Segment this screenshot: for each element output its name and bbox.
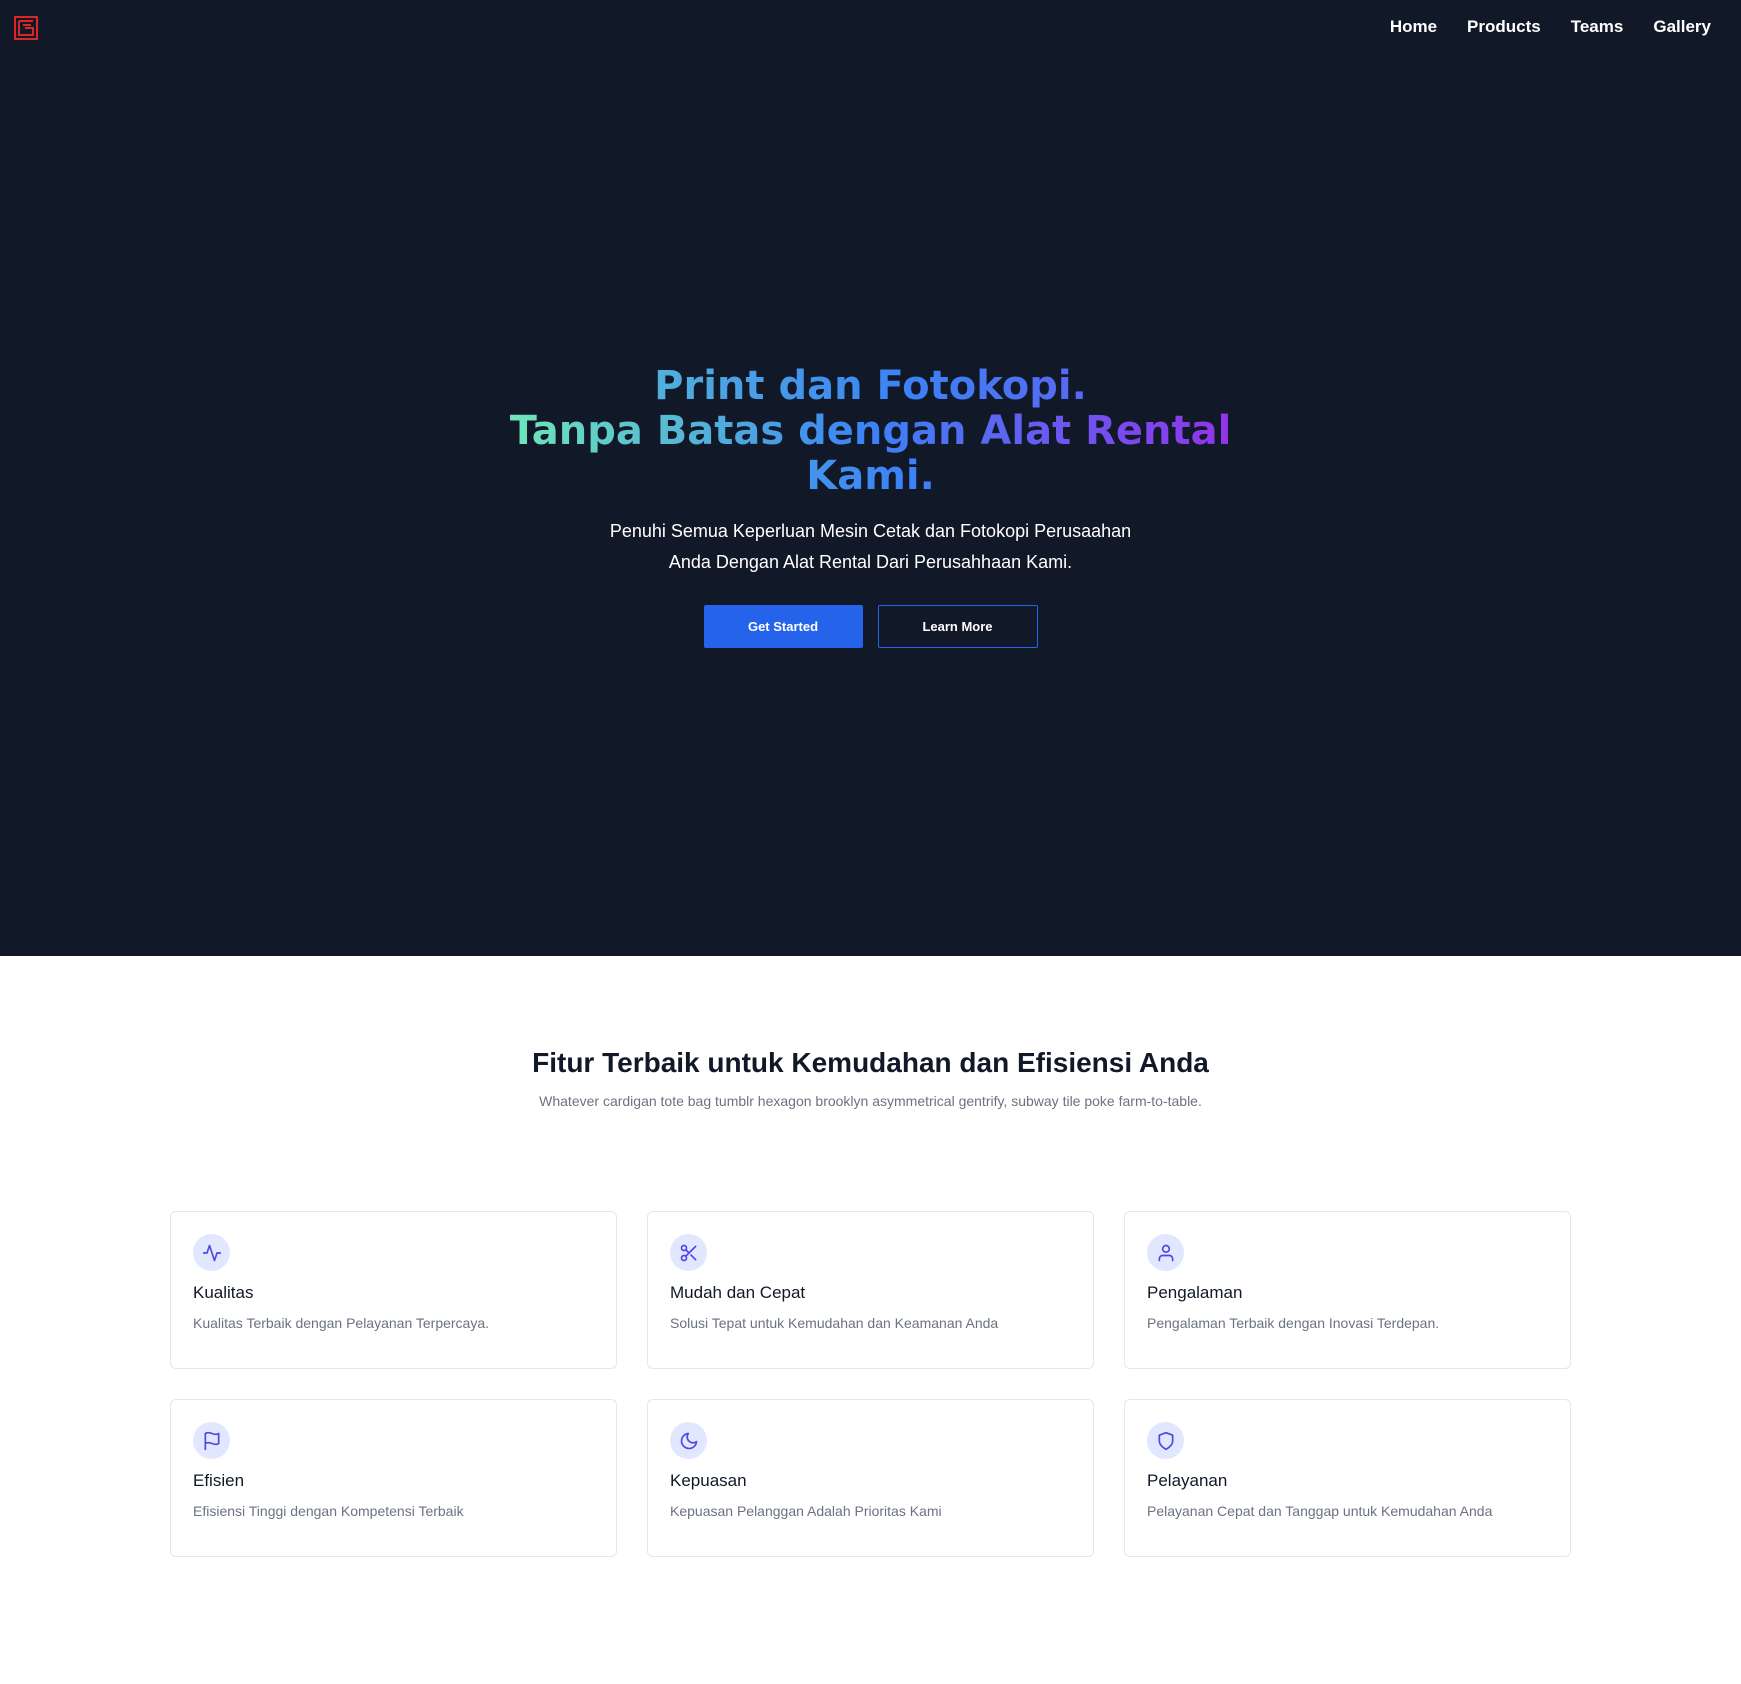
feature-text: Efisiensi Tinggi dengan Kompetensi Terba… [193,1503,464,1519]
feature-title: Pelayanan [1147,1471,1228,1490]
brand-logo-icon-graphic [14,16,38,40]
feature-card-kualitas: Kualitas Kualitas Terbaik dengan Pelayan… [170,1211,617,1369]
feature-title: Kepuasan [670,1471,747,1490]
feature-title: Mudah dan Cepat [670,1283,806,1302]
hero-title-line-3: Kami. [806,453,935,499]
features-section: Fitur Terbaik untuk Kemudahan dan Efisie… [0,956,1741,1684]
hero-title-line-1: Print dan Fotokopi. [654,363,1087,409]
feature-text: Pengalaman Terbaik dengan Inovasi Terdep… [1147,1315,1440,1331]
feature-text: Kepuasan Pelanggan Adalah Prioritas Kami [670,1503,942,1519]
feature-card-efisien: Efisien Efisiensi Tinggi dengan Kompeten… [170,1399,617,1557]
flag-icon [193,1422,230,1459]
moon-icon [670,1422,707,1459]
hero-title-line-2: Tanpa Batas dengan Alat Rental [509,408,1232,454]
nav-link-products[interactable]: Products [1467,17,1541,37]
scissors-icon [670,1234,707,1271]
hero-subtitle-line-2: Anda Dengan Alat Rental Dari Perusahhaan… [668,552,1073,572]
hero-title: Print dan Fotokopi. Tanpa Batas dengan A… [0,364,1741,499]
learn-more-button[interactable]: Learn More [877,605,1038,648]
shield-icon [1147,1422,1184,1459]
feature-title: Kualitas [193,1283,254,1302]
nav-links: Home Products Teams Gallery [1390,17,1711,37]
feature-text: Solusi Tepat untuk Kemudahan dan Keamana… [670,1315,999,1331]
feature-text: Kualitas Terbaik dengan Pelayanan Terper… [193,1315,490,1331]
get-started-button[interactable]: Get Started [703,605,863,648]
activity-icon [193,1234,230,1271]
features-grid: Kualitas Kualitas Terbaik dengan Pelayan… [170,1211,1571,1557]
feature-title: Pengalaman [1147,1283,1243,1302]
features-title: Fitur Terbaik untuk Kemudahan dan Efisie… [532,1047,1209,1078]
feature-card-pengalaman: Pengalaman Pengalaman Terbaik dengan Ino… [1124,1211,1571,1369]
nav-link-teams[interactable]: Teams [1571,17,1624,37]
brand-logo-icon[interactable] [14,16,38,40]
feature-card-mudah-dan-cepat: Mudah dan Cepat Solusi Tepat untuk Kemud… [647,1211,1094,1369]
hero-buttons: Get Started Learn More [0,605,1741,648]
hero-subtitle-line-1: Penuhi Semua Keperluan Mesin Cetak dan F… [609,521,1132,541]
user-icon [1147,1234,1184,1271]
top-navbar: Home Products Teams Gallery [0,0,1741,58]
hero-subtitle: Penuhi Semua Keperluan Mesin Cetak dan F… [0,516,1741,578]
hero-section: Home Products Teams Gallery Print dan Fo… [0,0,1741,956]
feature-text: Pelayanan Cepat dan Tanggap untuk Kemuda… [1147,1503,1493,1519]
nav-link-gallery[interactable]: Gallery [1653,17,1711,37]
feature-card-kepuasan: Kepuasan Kepuasan Pelanggan Adalah Prior… [647,1399,1094,1557]
features-description: Whatever cardigan tote bag tumblr hexago… [539,1093,1202,1109]
feature-card-pelayanan: Pelayanan Pelayanan Cepat dan Tanggap un… [1124,1399,1571,1557]
nav-link-home[interactable]: Home [1390,17,1437,37]
feature-title: Efisien [193,1471,245,1490]
